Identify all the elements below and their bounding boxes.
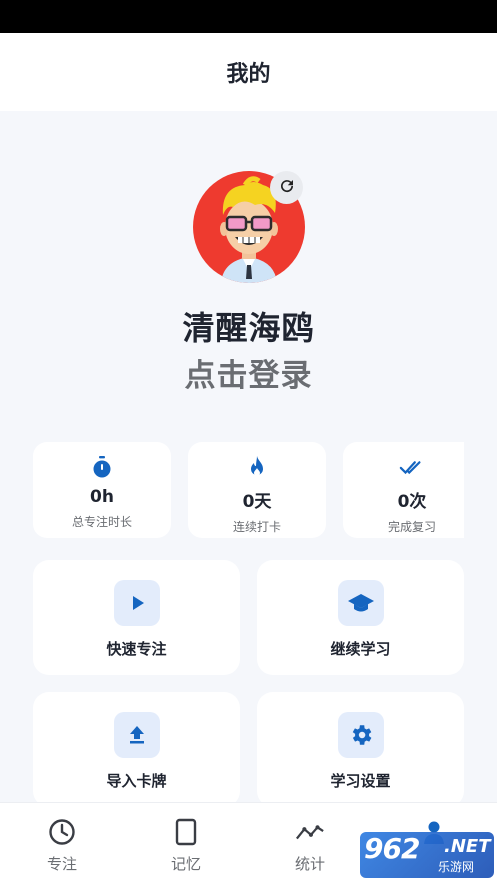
status-bar: [0, 0, 497, 33]
refresh-icon: [278, 177, 296, 199]
gear-icon: [337, 712, 384, 758]
avatar-container[interactable]: [193, 171, 305, 283]
graduation-cap-icon: [337, 580, 384, 626]
tab-focus[interactable]: 专注: [0, 803, 124, 883]
stat-label: 完成复习: [387, 520, 436, 534]
stat-card-reviews: 0次 完成复习: [343, 442, 464, 538]
trend-icon: [295, 817, 325, 847]
page-title: 我的: [226, 62, 271, 87]
action-label: 导入卡牌: [106, 772, 167, 790]
quick-focus-button[interactable]: 快速专注: [33, 560, 240, 675]
continue-learning-button[interactable]: 继续学习: [257, 560, 464, 675]
tab-label: 专注: [46, 855, 77, 873]
tab-memory[interactable]: 记忆: [124, 803, 248, 883]
tab-label: 统计: [294, 855, 325, 873]
watermark-text: 乐游网: [438, 860, 475, 874]
action-label: 学习设置: [330, 772, 391, 790]
import-cards-button[interactable]: 导入卡牌: [33, 692, 240, 807]
watermark-logo: 962 .NET 乐游网: [360, 832, 494, 878]
stat-value: 0天: [242, 492, 272, 512]
card-icon: [171, 817, 201, 847]
play-icon: [113, 580, 160, 626]
watermark-suffix: .NET: [444, 836, 491, 857]
stat-card-streak: 0天 连续打卡: [188, 442, 326, 538]
stat-value: 0h: [90, 487, 114, 507]
flame-icon: [244, 454, 270, 480]
tab-statistics[interactable]: 统计: [248, 803, 372, 883]
nickname: 清醒海鸥: [182, 309, 315, 347]
stat-label: 连续打卡: [232, 520, 281, 534]
action-label: 快速专注: [106, 640, 167, 658]
page-header: 我的: [0, 33, 497, 111]
double-check-icon: [399, 454, 425, 480]
stat-value: 0次: [397, 492, 427, 512]
clock-icon: [47, 817, 77, 847]
stat-card-focus-time: 0h 总专注时长: [33, 442, 171, 538]
study-settings-button[interactable]: 学习设置: [257, 692, 464, 807]
upload-icon: [113, 712, 160, 758]
stat-label: 总专注时长: [71, 515, 132, 529]
tab-label: 记忆: [170, 855, 201, 873]
action-label: 继续学习: [330, 640, 391, 658]
stopwatch-icon: [89, 454, 115, 480]
watermark-number: 962: [364, 832, 420, 865]
refresh-avatar-button[interactable]: [270, 171, 303, 204]
login-link[interactable]: 点击登录: [0, 350, 497, 395]
